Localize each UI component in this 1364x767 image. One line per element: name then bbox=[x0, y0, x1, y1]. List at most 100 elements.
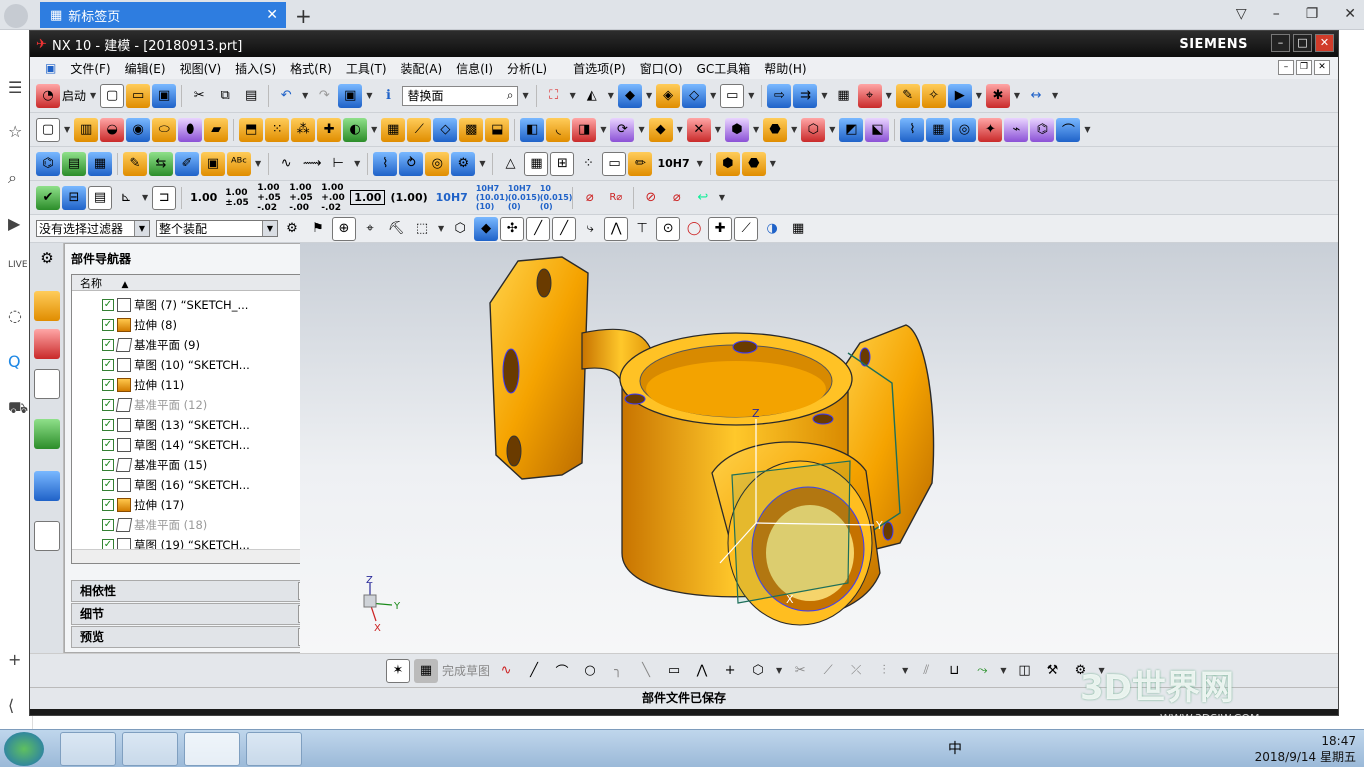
layer-settings-icon[interactable]: ▤ bbox=[62, 151, 86, 176]
menu-file[interactable]: 文件(F) bbox=[63, 60, 117, 77]
subtract-icon[interactable]: ◐ bbox=[343, 117, 368, 142]
copy-icon[interactable]: ⧉ bbox=[213, 84, 237, 108]
group-icon[interactable]: ▣ bbox=[201, 151, 225, 176]
studio-icon[interactable]: ✦ bbox=[978, 117, 1003, 142]
check-icon[interactable]: ✔ bbox=[36, 185, 60, 210]
table-add-icon[interactable]: ⊞ bbox=[550, 151, 575, 176]
gear-icon[interactable]: ⚙ bbox=[451, 151, 476, 176]
details-panel[interactable]: 细节∨ bbox=[71, 603, 319, 625]
browser-tab[interactable]: ▦ 新标签页 ✕ bbox=[40, 2, 286, 28]
chamfer-sketch-icon[interactable]: ╲ bbox=[634, 659, 658, 683]
make-symmetric-icon[interactable]: ◫ bbox=[1012, 659, 1036, 683]
scope-select[interactable]: 整个装配 ▼ bbox=[156, 220, 278, 237]
assembly-constraints-tab-icon[interactable] bbox=[34, 329, 60, 359]
offset-curve-icon[interactable]: ⟿ bbox=[300, 152, 324, 176]
visibility-checkbox[interactable]: ✓ bbox=[102, 359, 114, 371]
doc-close-button[interactable]: ✕ bbox=[1314, 60, 1330, 75]
extrude-icon[interactable]: ▥ bbox=[74, 117, 99, 142]
navigator-row[interactable]: ✓ 基准平面 (15) bbox=[102, 455, 302, 475]
frame-icon[interactable]: ⊐ bbox=[152, 185, 177, 210]
explorer-task-icon[interactable] bbox=[60, 732, 116, 766]
sketch-icon[interactable]: ▢ bbox=[36, 117, 60, 142]
search-icon[interactable]: ⌕ bbox=[8, 168, 17, 188]
cart-icon[interactable]: ⛟ bbox=[8, 398, 28, 419]
rectangle-icon[interactable]: ▭ bbox=[662, 659, 686, 683]
fillet-icon[interactable]: ╮ bbox=[606, 659, 630, 683]
surface-icon[interactable]: ⌇ bbox=[900, 117, 925, 142]
snap-center-icon[interactable]: ⊙ bbox=[656, 216, 681, 241]
sweep-icon[interactable]: ⟋ bbox=[407, 117, 432, 142]
line-icon[interactable]: ╱ bbox=[522, 659, 546, 683]
dim-basic-button[interactable]: 1.00 bbox=[350, 190, 386, 205]
snap-on-curve-icon[interactable]: ⟋ bbox=[734, 216, 759, 241]
wps-task-icon[interactable] bbox=[122, 732, 178, 766]
system-tray-clock[interactable]: 18:47 2018/9/14 星期五 bbox=[1255, 734, 1356, 765]
close-button[interactable]: ✕ bbox=[1315, 34, 1334, 52]
mesh-icon[interactable]: ▦ bbox=[926, 117, 951, 142]
favorites-icon[interactable]: ☆ bbox=[8, 122, 22, 141]
view-orient-icon[interactable]: ◇ bbox=[682, 83, 707, 108]
dim-upper-button[interactable]: 1.00 +.05 -.00 bbox=[286, 183, 316, 213]
dim-fit-tol-button[interactable]: 10H7 (0.015)(0) bbox=[505, 184, 541, 211]
thread-icon[interactable]: ⥁ bbox=[399, 151, 424, 176]
dim-bilateral-button[interactable]: 1.00 ±.05 bbox=[222, 188, 252, 208]
ruler-icon[interactable]: ↔ bbox=[1024, 84, 1048, 108]
fit-view-icon[interactable]: ⛶ bbox=[542, 84, 566, 108]
visibility-checkbox[interactable]: ✓ bbox=[102, 339, 114, 351]
view-cube-icon[interactable]: ◆ bbox=[617, 83, 642, 108]
attribute-icon[interactable]: ✎ bbox=[123, 151, 147, 176]
dim-fit-limits-button[interactable]: 10H7 (10.01)(10) bbox=[473, 184, 509, 211]
corner-icon[interactable]: ⤫ bbox=[844, 659, 868, 683]
bearing-icon[interactable]: ◎ bbox=[425, 151, 450, 176]
measure-distance-icon[interactable]: ⊢ bbox=[326, 152, 350, 176]
select-edge-icon[interactable]: ⛏ bbox=[384, 217, 408, 241]
component-icon[interactable]: ⬣ bbox=[741, 151, 766, 176]
offset-icon[interactable]: ▩ bbox=[459, 117, 484, 142]
qq-icon[interactable]: Q bbox=[8, 352, 21, 371]
replace-face-icon[interactable]: ◆ bbox=[648, 117, 673, 142]
return-icon[interactable]: ↩ bbox=[691, 186, 715, 210]
general-select-icon[interactable]: ⚙ bbox=[280, 217, 304, 241]
fit-tolerance-button[interactable]: 10H7 bbox=[654, 157, 692, 170]
navigator-row[interactable]: ✓ 拉伸 (17) bbox=[102, 495, 302, 515]
menu-analysis[interactable]: 分析(L) bbox=[500, 60, 554, 77]
snap-grid-icon[interactable]: ▦ bbox=[786, 217, 810, 241]
live-icon[interactable]: LIVE bbox=[8, 260, 28, 270]
styled-sweep-icon[interactable]: ⌁ bbox=[1004, 117, 1029, 142]
table-icon[interactable]: ▦ bbox=[832, 84, 856, 108]
emboss-icon[interactable]: ⬒ bbox=[239, 117, 264, 142]
menu-preferences[interactable]: 首选项(P) bbox=[566, 60, 633, 77]
diameter-icon[interactable]: ⊘ bbox=[639, 186, 663, 210]
boss-icon[interactable]: ⬭ bbox=[152, 117, 177, 142]
navigator-row[interactable]: ✓ 拉伸 (11) bbox=[102, 375, 302, 395]
unite-icon[interactable]: ✚ bbox=[317, 117, 342, 142]
tab-close-icon[interactable]: ✕ bbox=[266, 7, 278, 23]
browser-menu-icon[interactable]: ▽ bbox=[1236, 6, 1247, 22]
visibility-checkbox[interactable]: ✓ bbox=[102, 399, 114, 411]
menu-format[interactable]: 格式(R) bbox=[283, 60, 339, 77]
circle-icon[interactable]: ○ bbox=[578, 659, 602, 683]
menu-info[interactable]: 信息(I) bbox=[449, 60, 500, 77]
browser-task-icon[interactable] bbox=[246, 732, 302, 766]
text-icon[interactable]: ᴬᴮᶜ bbox=[227, 151, 251, 176]
offset-sketch-icon[interactable]: ⫶ bbox=[872, 659, 896, 683]
array-icon[interactable]: ⁂ bbox=[291, 117, 316, 142]
navigator-row[interactable]: ✓ 草图 (13) “SKETCH... bbox=[102, 415, 302, 435]
dim-reference-button[interactable]: (1.00) bbox=[387, 191, 430, 204]
settings-icon[interactable]: ⚙ bbox=[34, 249, 60, 279]
select-solid-icon[interactable]: ⬡ bbox=[448, 217, 472, 241]
navigator-row[interactable]: ✓ 拉伸 (8) bbox=[102, 315, 302, 335]
navigator-row[interactable]: ✓ 基准平面 (9) bbox=[102, 335, 302, 355]
polyline-icon[interactable]: ⋀ bbox=[690, 659, 714, 683]
edit-object-icon[interactable]: ✐ bbox=[175, 151, 199, 176]
browser-close-button[interactable]: ✕ bbox=[1344, 6, 1356, 22]
cut-icon[interactable]: ✂ bbox=[187, 84, 211, 108]
assembly-icon[interactable]: ⬢ bbox=[715, 151, 740, 176]
new-tab-button[interactable]: + bbox=[295, 4, 312, 28]
visibility-checkbox[interactable]: ✓ bbox=[102, 379, 114, 391]
snap-existing-icon[interactable]: ✚ bbox=[708, 216, 733, 241]
cross-section-icon[interactable]: ⬕ bbox=[865, 117, 890, 142]
select-component-icon[interactable]: ◆ bbox=[474, 216, 499, 241]
collapse-icon[interactable]: ⟨ bbox=[8, 696, 14, 715]
move-object-icon[interactable]: ⇆ bbox=[149, 151, 173, 176]
